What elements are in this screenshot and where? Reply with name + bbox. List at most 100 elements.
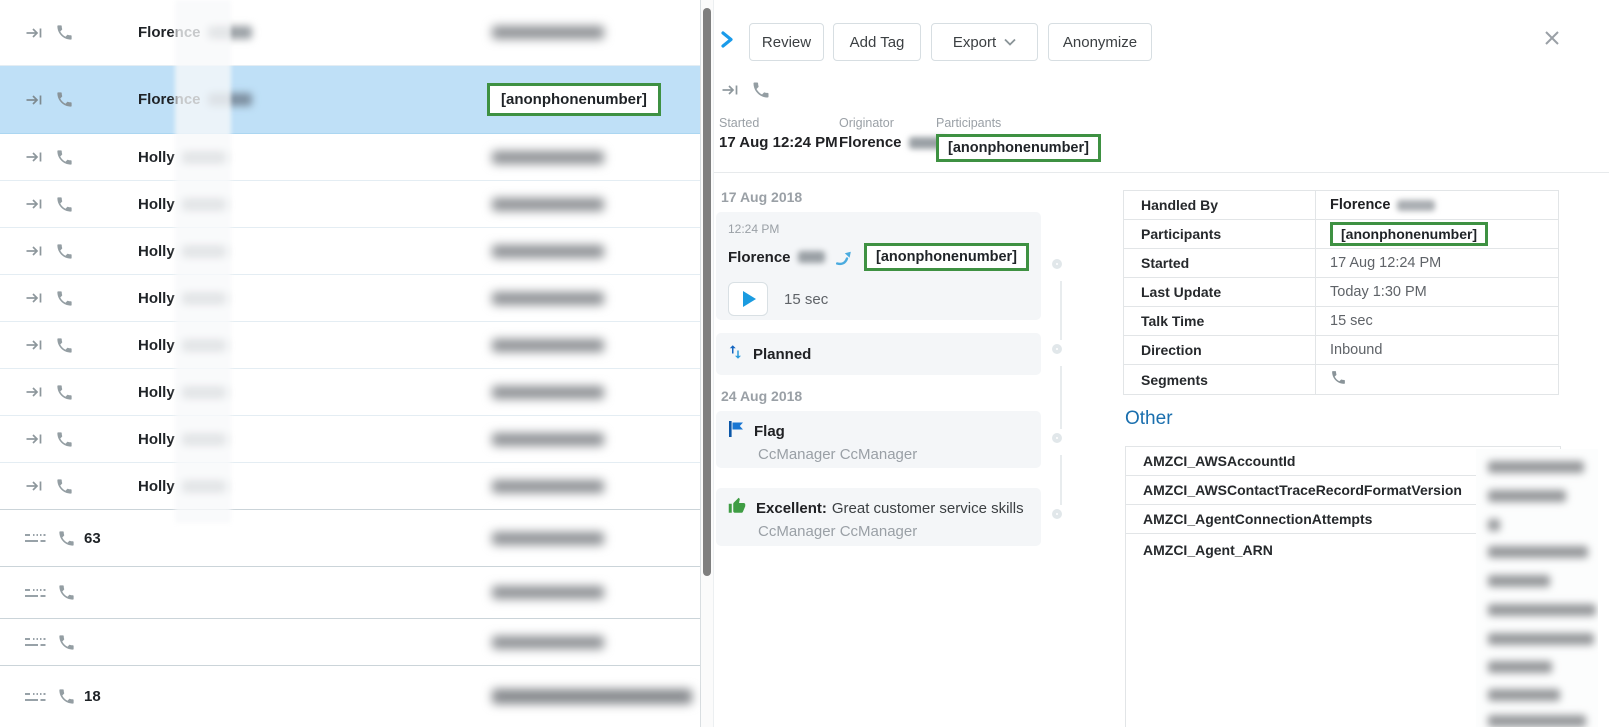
contact-name: Holly <box>138 384 175 401</box>
flag-icon <box>728 420 744 443</box>
flag-author: CcManager CcManager <box>758 446 1029 463</box>
list-item-call[interactable]: Holly <box>0 181 700 228</box>
attribute-label: AMZCI_AgentConnectionAttempts <box>1126 511 1372 527</box>
table-row: Handled By Florence <box>1124 191 1558 220</box>
list-item-call[interactable]: Florence <box>0 0 700 66</box>
redacted-phone-number <box>492 532 604 545</box>
redacted-phone-number <box>492 26 604 39</box>
interaction-viewer: Florence Florence [anonphonenumber] Holl… <box>0 0 1609 727</box>
inbound-arrow-icon <box>25 383 42 401</box>
play-icon <box>743 291 756 307</box>
redacted-value <box>1488 604 1596 616</box>
redacted-value <box>1488 633 1594 645</box>
timeline-planned-card[interactable]: Planned <box>716 333 1041 375</box>
redacted-phone-number <box>492 339 604 352</box>
list-item-call[interactable]: Holly <box>0 416 700 463</box>
redacted-surname <box>182 433 226 446</box>
scrollbar-thumb[interactable] <box>703 8 711 576</box>
table-row: Started 17 Aug 12:24 PM <box>1124 249 1558 278</box>
timeline-review-card[interactable]: Excellent: Great customer service skills… <box>716 488 1041 546</box>
list-item-call[interactable]: Holly <box>0 322 700 369</box>
row-label: Started <box>1124 249 1316 277</box>
anonymize-button-label: Anonymize <box>1063 34 1137 51</box>
table-row: Participants [anonphonenumber] <box>1124 220 1558 249</box>
started-label: Started <box>719 116 838 130</box>
redacted-surname <box>182 245 226 258</box>
timeline-connector <box>1060 366 1062 429</box>
campaign-list-icon <box>24 635 47 649</box>
phone-icon <box>55 477 74 496</box>
phone-icon <box>55 148 74 167</box>
redacted-phone-number <box>492 480 604 493</box>
redacted-phone-number <box>492 386 604 399</box>
list-item-call[interactable]: Holly <box>0 134 700 181</box>
list-item-call-selected[interactable]: Florence [anonphonenumber] <box>0 66 700 134</box>
section-divider <box>714 172 1609 173</box>
contact-name: Holly <box>138 337 175 354</box>
timeline-date: 24 Aug 2018 <box>721 388 802 404</box>
interaction-detail-panel: Review Add Tag Export Anonymize Started … <box>713 0 1609 727</box>
list-item-campaign[interactable]: 18 <box>0 666 700 727</box>
row-value: 17 Aug 12:24 PM <box>1316 249 1558 277</box>
table-row: Segments <box>1124 365 1558 394</box>
anonymized-number-badge: [anonphonenumber] <box>487 83 661 116</box>
row-label: Segments <box>1124 365 1316 394</box>
phone-icon <box>57 583 76 602</box>
close-icon[interactable] <box>1544 30 1560 51</box>
timeline-node <box>1052 344 1062 354</box>
participants-label: Participants <box>936 116 1101 130</box>
redacted-values-overlay <box>1476 449 1598 727</box>
originator-meta: Originator Florence <box>839 116 947 151</box>
play-recording-button[interactable] <box>728 282 768 316</box>
list-item-campaign[interactable] <box>0 567 700 619</box>
inbound-arrow-icon <box>25 336 42 354</box>
inbound-arrow-icon <box>25 242 42 260</box>
inbound-arrow-icon <box>25 195 42 213</box>
expand-panel-icon[interactable] <box>720 31 735 53</box>
review-button[interactable]: Review <box>749 23 824 61</box>
inbound-arrow-icon <box>25 148 42 166</box>
timeline-call-card[interactable]: 12:24 PM Florence [anonphonenumber] 15 s… <box>716 212 1041 320</box>
redacted-phone-number <box>492 198 604 211</box>
details-table: Handled By Florence Participants [anonph… <box>1123 190 1559 395</box>
redacted-value <box>1488 661 1552 673</box>
flag-title: Flag <box>754 423 785 440</box>
phone-icon <box>55 242 74 261</box>
list-item-call[interactable]: Holly <box>0 369 700 416</box>
timeline-node <box>1052 433 1062 443</box>
list-item-campaign[interactable]: 63 <box>0 510 700 567</box>
review-button-label: Review <box>762 34 811 51</box>
list-item-campaign[interactable] <box>0 619 700 666</box>
list-item-call[interactable]: Holly <box>0 275 700 322</box>
phone-icon <box>55 23 74 42</box>
campaign-list-icon <box>24 690 47 704</box>
timeline-node <box>1052 259 1062 269</box>
table-row: Last Update Today 1:30 PM <box>1124 278 1558 307</box>
redacted-value <box>1488 461 1584 473</box>
contact-name: Florence <box>138 91 201 108</box>
contact-name: Florence <box>138 24 201 41</box>
agent-name: Florence <box>728 249 791 266</box>
campaign-list-icon <box>24 531 47 545</box>
export-button-label: Export <box>953 34 996 51</box>
list-item-call[interactable]: Holly <box>0 463 700 510</box>
export-button[interactable]: Export <box>931 23 1038 61</box>
redacted-value <box>1488 519 1500 531</box>
add-tag-button[interactable]: Add Tag <box>833 23 921 61</box>
add-tag-button-label: Add Tag <box>850 34 905 51</box>
phone-icon <box>57 529 76 548</box>
redacted-surname <box>208 26 252 39</box>
started-meta: Started 17 Aug 12:24 PM <box>719 116 838 151</box>
timeline-flag-card[interactable]: Flag CcManager CcManager <box>716 411 1041 468</box>
redacted-phone-number <box>492 245 604 258</box>
contact-name: Holly <box>138 478 175 495</box>
anonymized-number-badge: [anonphonenumber] <box>864 243 1029 271</box>
list-item-call[interactable]: Holly <box>0 228 700 275</box>
anonymize-button[interactable]: Anonymize <box>1048 23 1152 61</box>
contact-name: Holly <box>138 290 175 307</box>
row-value: Inbound <box>1316 336 1558 364</box>
chevron-down-icon <box>1004 38 1016 46</box>
recording-duration: 15 sec <box>784 291 828 308</box>
phone-icon <box>1330 369 1347 390</box>
row-value: 15 sec <box>1316 307 1558 335</box>
